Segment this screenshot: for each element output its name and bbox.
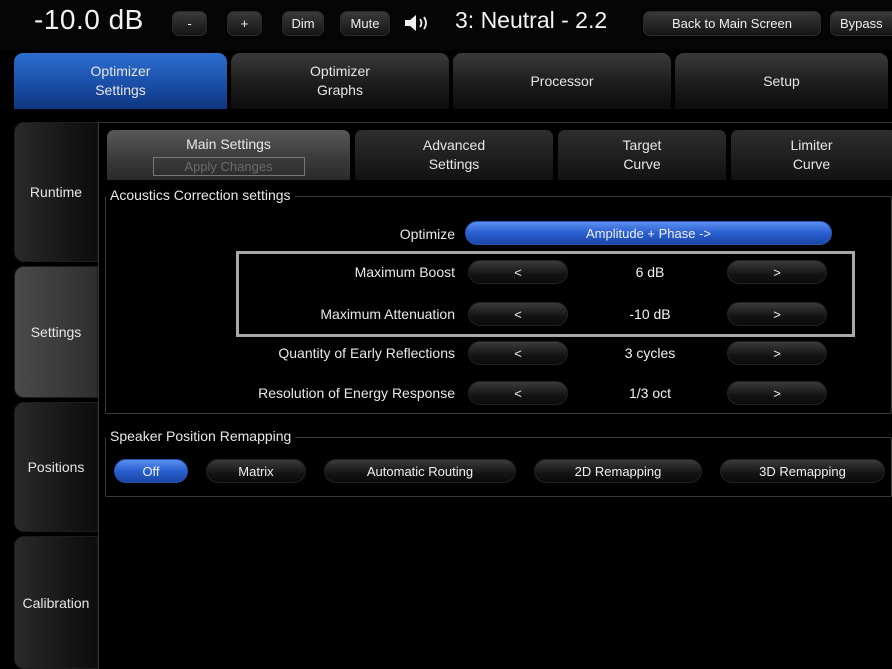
energy-response-value: 1/3 oct (628, 385, 672, 401)
subtab-label: Main Settings (186, 135, 271, 152)
early-reflections-value: 3 cycles (624, 345, 676, 361)
side-tabs: Runtime Settings Positions Calibration (14, 122, 98, 669)
preset-name: 3: Neutral - 2.2 (455, 7, 608, 33)
remap-off-button[interactable]: Off (114, 459, 188, 483)
subtab-advanced-settings[interactable]: Advanced Settings (355, 130, 553, 180)
volume-up-button[interactable]: + (227, 11, 262, 36)
early-reflections-decrease-button[interactable]: < (468, 341, 568, 365)
tab-processor[interactable]: Processor (453, 53, 671, 109)
optimize-label: Optimize (399, 226, 455, 242)
acoustics-group-title: Acoustics Correction settings (106, 187, 295, 203)
subtab-main-settings[interactable]: Main Settings Apply Changes (107, 130, 350, 180)
top-bar: -10.0 dB - + Dim Mute 3: Neutral - 2.2 B… (0, 0, 892, 50)
side-tab-settings[interactable]: Settings (14, 266, 98, 398)
side-tab-calibration[interactable]: Calibration (14, 536, 98, 669)
remapping-group-title: Speaker Position Remapping (106, 428, 296, 444)
side-tab-label: Positions (27, 459, 85, 475)
main-tabs: Optimizer Settings Optimizer Graphs Proc… (14, 53, 892, 109)
early-reflections-increase-button[interactable]: > (727, 341, 827, 365)
optimize-button[interactable]: Amplitude + Phase -> (465, 221, 832, 245)
volume-down-button[interactable]: - (172, 11, 207, 36)
speaker-icon[interactable] (403, 13, 433, 33)
side-tab-runtime[interactable]: Runtime (14, 122, 98, 262)
remap-3d-button[interactable]: 3D Remapping (720, 459, 885, 483)
back-to-main-button[interactable]: Back to Main Screen (643, 11, 821, 36)
energy-response-decrease-button[interactable]: < (468, 381, 568, 405)
energy-response-increase-button[interactable]: > (727, 381, 827, 405)
remap-automatic-routing-button[interactable]: Automatic Routing (324, 459, 516, 483)
subtab-target-curve[interactable]: Target Curve (558, 130, 726, 180)
side-tab-label: Settings (30, 324, 82, 340)
subtab-limiter-curve[interactable]: Limiter Curve (731, 130, 892, 180)
highlight-box (236, 251, 855, 337)
remap-matrix-button[interactable]: Matrix (206, 459, 306, 483)
tab-setup[interactable]: Setup (674, 53, 888, 109)
apply-changes-button: Apply Changes (152, 156, 305, 176)
volume-readout: -10.0 dB (34, 4, 144, 35)
remap-2d-button[interactable]: 2D Remapping (534, 459, 702, 483)
mute-button[interactable]: Mute (340, 11, 390, 36)
side-tab-positions[interactable]: Positions (14, 402, 98, 532)
tab-optimizer-settings[interactable]: Optimizer Settings (14, 53, 228, 109)
dim-button[interactable]: Dim (282, 11, 324, 36)
energy-response-label: Resolution of Energy Response (258, 385, 455, 401)
early-reflections-label: Quantity of Early Reflections (278, 345, 455, 361)
side-tab-label: Calibration (22, 594, 90, 611)
side-tab-label: Runtime (29, 184, 83, 200)
tab-optimizer-graphs[interactable]: Optimizer Graphs (231, 53, 449, 109)
bypass-button[interactable]: Bypass (830, 11, 892, 36)
